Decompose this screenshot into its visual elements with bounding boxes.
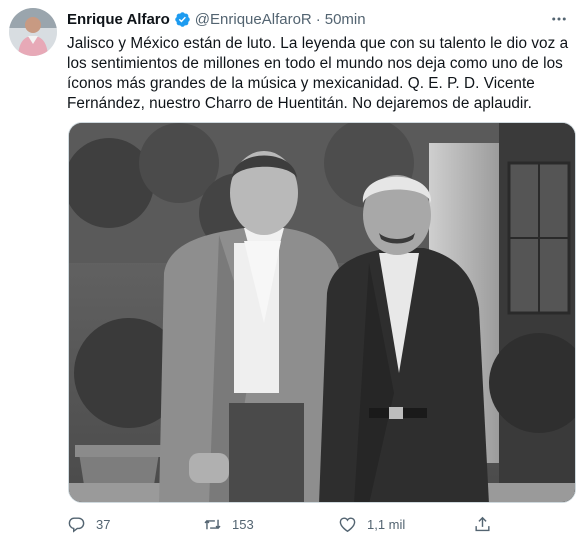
tweet-timestamp[interactable]: 50min	[325, 11, 366, 28]
reply-count: 37	[96, 516, 111, 532]
avatar-image	[9, 8, 57, 56]
tweet-text-line: íconos más grandes de la música y mexica…	[67, 75, 535, 92]
tweet-photo[interactable]	[68, 122, 576, 503]
like-button[interactable]: 1,1 mil	[338, 512, 405, 536]
author-handle[interactable]: @EnriqueAlfaroR	[195, 11, 312, 28]
heart-icon	[339, 516, 356, 532]
retweet-icon	[204, 519, 221, 529]
reply-icon	[68, 516, 85, 533]
tweet-actions: 37 153 1,1 mil	[67, 512, 507, 536]
tweet-text-line: Jalisco y México están de luto. La leyen…	[67, 35, 569, 52]
share-button[interactable]	[473, 512, 502, 536]
tweet-text: Jalisco y México están de luto. La leyen…	[67, 34, 573, 114]
reply-button[interactable]: 37	[67, 512, 110, 536]
retweet-button[interactable]: 153	[203, 512, 254, 536]
retweet-count: 153	[232, 516, 254, 532]
avatar[interactable]	[9, 8, 57, 56]
like-count: 1,1 mil	[367, 516, 406, 532]
photo-image	[69, 123, 575, 502]
more-options-icon[interactable]	[549, 9, 569, 29]
verified-badge-icon	[175, 11, 190, 27]
tweet-text-line: Fernández, nuestro Charro de Huentitán. …	[67, 95, 532, 112]
share-icon	[475, 516, 490, 531]
separator-dot: ·	[315, 10, 321, 28]
tweet-text-line: los sentimientos de millones en todo el …	[67, 55, 563, 72]
tweet-header: Enrique Alfaro @EnriqueAlfaroR · 50min	[67, 9, 569, 29]
author-name[interactable]: Enrique Alfaro	[67, 11, 170, 28]
tweet-card[interactable]: Enrique Alfaro @EnriqueAlfaroR · 50min J…	[0, 0, 583, 538]
